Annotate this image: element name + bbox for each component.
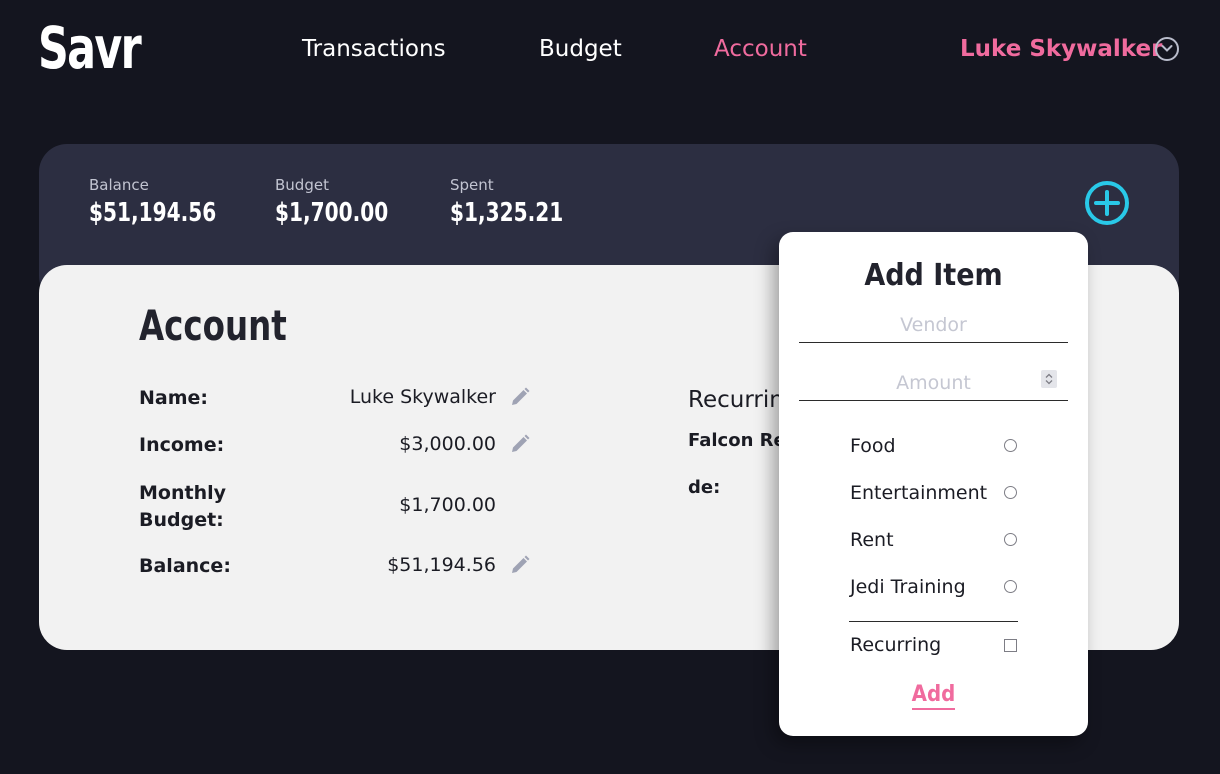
add-button-label: Add — [911, 682, 956, 710]
user-menu-name[interactable]: Luke Skywalker — [960, 36, 1162, 62]
chevron-down-icon[interactable] — [1155, 37, 1179, 61]
balance-value: $51,194.56 — [89, 198, 217, 228]
amount-stepper[interactable] — [1041, 370, 1057, 388]
nav-account[interactable]: Account — [714, 36, 807, 62]
divider — [849, 621, 1018, 622]
budget-value: $1,700.00 — [275, 198, 389, 228]
recurring-label: Recurring — [850, 634, 942, 656]
edit-balance-pencil-icon[interactable] — [509, 554, 531, 576]
balance-label: Balance — [89, 176, 149, 194]
recurring-checkbox[interactable] — [1004, 639, 1017, 652]
category-jedi-training-label: Jedi Training — [850, 576, 966, 598]
category-jedi-training-radio[interactable] — [1004, 580, 1017, 593]
edit-name-pencil-icon[interactable] — [509, 386, 531, 408]
budget-stat: Budget $1,700.00 — [275, 176, 407, 228]
account-title: Account — [139, 301, 287, 350]
income-label: Income: — [139, 434, 225, 456]
amount-input[interactable] — [799, 365, 1068, 401]
category-entertainment-label: Entertainment — [850, 482, 988, 504]
category-entertainment-radio[interactable] — [1004, 486, 1017, 499]
nav-transactions[interactable]: Transactions — [302, 36, 446, 62]
monthly-budget-label: Monthly Budget: — [139, 482, 226, 531]
spent-value: $1,325.21 — [450, 198, 564, 228]
category-food-label: Food — [850, 435, 896, 457]
app-page: Savr Transactions Budget Account Luke Sk… — [0, 0, 1220, 774]
spent-stat: Spent $1,325.21 — [450, 176, 582, 228]
popup-title: Add Item — [864, 258, 1003, 293]
income-value: $3,000.00 — [399, 433, 496, 455]
category-rent-label: Rent — [850, 529, 894, 551]
name-value: Luke Skywalker — [349, 386, 496, 408]
recurring-heading: Recurrin — [688, 387, 784, 413]
nav-budget[interactable]: Budget — [539, 36, 622, 62]
monthly-budget-value: $1,700.00 — [399, 494, 496, 516]
balance-stat: Balance $51,194.56 — [89, 176, 237, 228]
add-item-popup: Add Item Food Entertainment Rent Jedi Tr… — [779, 232, 1088, 736]
spent-label: Spent — [450, 176, 494, 194]
vendor-input[interactable] — [799, 307, 1068, 343]
recurring-item: Falcon Re — [688, 430, 786, 451]
category-rent-radio[interactable] — [1004, 533, 1017, 546]
balance-row-label: Balance: — [139, 555, 231, 577]
add-button[interactable]: Add — [779, 682, 1088, 710]
budget-label: Budget — [275, 176, 329, 194]
name-label: Name: — [139, 387, 209, 409]
app-logo: Savr — [38, 14, 142, 82]
recurring-item: de: — [688, 477, 721, 498]
category-food-radio[interactable] — [1004, 439, 1017, 452]
add-item-icon[interactable] — [1084, 180, 1130, 226]
edit-income-pencil-icon[interactable] — [509, 433, 531, 455]
balance-row-value: $51,194.56 — [387, 554, 496, 576]
